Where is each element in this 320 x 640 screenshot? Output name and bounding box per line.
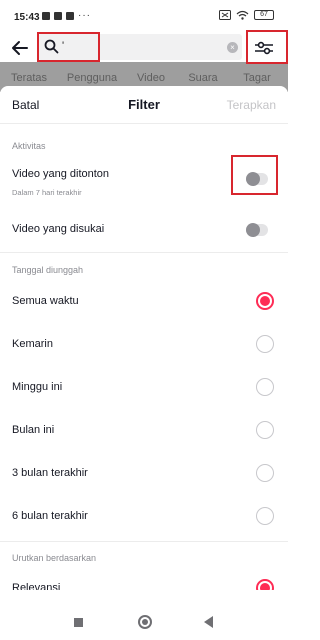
search-header: ' × bbox=[0, 34, 288, 62]
sort-option-row[interactable]: Relevansi bbox=[0, 573, 288, 590]
liked-videos-toggle[interactable] bbox=[246, 223, 268, 237]
search-value: ' bbox=[62, 40, 65, 52]
more-notifications-icon: ··· bbox=[78, 10, 91, 21]
date-option-radio[interactable] bbox=[256, 507, 274, 525]
battery-icon: 67 bbox=[254, 10, 274, 20]
date-option-row[interactable]: Semua waktu bbox=[0, 286, 288, 316]
watched-videos-row[interactable]: Video yang ditonton Dalam 7 hari terakhi… bbox=[0, 160, 288, 200]
system-nav-bar bbox=[0, 604, 288, 640]
back-arrow-icon[interactable] bbox=[10, 38, 30, 58]
section-divider bbox=[0, 541, 288, 542]
status-bar: 15:43 ··· 67 bbox=[0, 0, 288, 34]
date-option-row[interactable]: 6 bulan terakhir bbox=[0, 501, 288, 531]
sort-option-radio[interactable] bbox=[256, 579, 274, 590]
sort-section-label: Urutkan berdasarkan bbox=[12, 553, 97, 563]
activity-section-label: Aktivitas bbox=[12, 141, 46, 151]
notification-icons: ··· bbox=[42, 10, 91, 21]
toggle-knob bbox=[246, 172, 260, 186]
recents-icon[interactable] bbox=[74, 618, 83, 627]
watched-videos-toggle[interactable] bbox=[246, 172, 268, 186]
wifi-icon bbox=[236, 10, 249, 20]
date-option-radio[interactable] bbox=[256, 292, 274, 310]
app-icon bbox=[66, 11, 74, 20]
system-icons: 67 bbox=[219, 10, 274, 20]
filter-icon[interactable] bbox=[252, 37, 276, 59]
date-option-radio[interactable] bbox=[256, 464, 274, 482]
clear-search-icon[interactable]: × bbox=[227, 42, 238, 53]
filter-sheet: Batal Filter Terapkan Aktivitas Video ya… bbox=[0, 86, 288, 590]
date-option-label: Semua waktu bbox=[12, 295, 79, 307]
liked-videos-label: Video yang disukai bbox=[12, 223, 105, 235]
date-option-label: 3 bulan terakhir bbox=[12, 467, 88, 479]
search-icon bbox=[44, 39, 59, 54]
home-icon[interactable] bbox=[138, 615, 152, 629]
watched-videos-sublabel: Dalam 7 hari terakhir bbox=[12, 188, 82, 197]
date-option-row[interactable]: Bulan ini bbox=[0, 415, 288, 445]
date-option-row[interactable]: Minggu ini bbox=[0, 372, 288, 402]
liked-videos-row[interactable]: Video yang disukai bbox=[0, 214, 288, 244]
sort-option-label: Relevansi bbox=[12, 582, 61, 590]
date-option-label: 6 bulan terakhir bbox=[12, 510, 88, 522]
date-option-row[interactable]: Kemarin bbox=[0, 329, 288, 359]
date-option-radio[interactable] bbox=[256, 421, 274, 439]
search-input[interactable]: ' × bbox=[38, 34, 242, 60]
notification-icon bbox=[42, 11, 50, 20]
date-option-label: Kemarin bbox=[12, 338, 53, 350]
back-icon[interactable] bbox=[204, 616, 213, 628]
watched-videos-label: Video yang ditonton bbox=[12, 168, 110, 180]
toggle-knob bbox=[246, 223, 260, 237]
date-option-label: Bulan ini bbox=[12, 424, 55, 436]
gallery-icon bbox=[54, 11, 62, 20]
date-option-radio[interactable] bbox=[256, 378, 274, 396]
date-section-label: Tanggal diunggah bbox=[12, 265, 84, 275]
sheet-header: Batal Filter Terapkan bbox=[0, 86, 288, 124]
status-time: 15:43 bbox=[14, 12, 40, 23]
sim-icon bbox=[219, 10, 231, 20]
apply-button[interactable]: Terapkan bbox=[227, 98, 276, 112]
section-divider bbox=[0, 252, 288, 253]
date-option-row[interactable]: 3 bulan terakhir bbox=[0, 458, 288, 488]
date-option-radio[interactable] bbox=[256, 335, 274, 353]
date-option-label: Minggu ini bbox=[12, 381, 63, 393]
